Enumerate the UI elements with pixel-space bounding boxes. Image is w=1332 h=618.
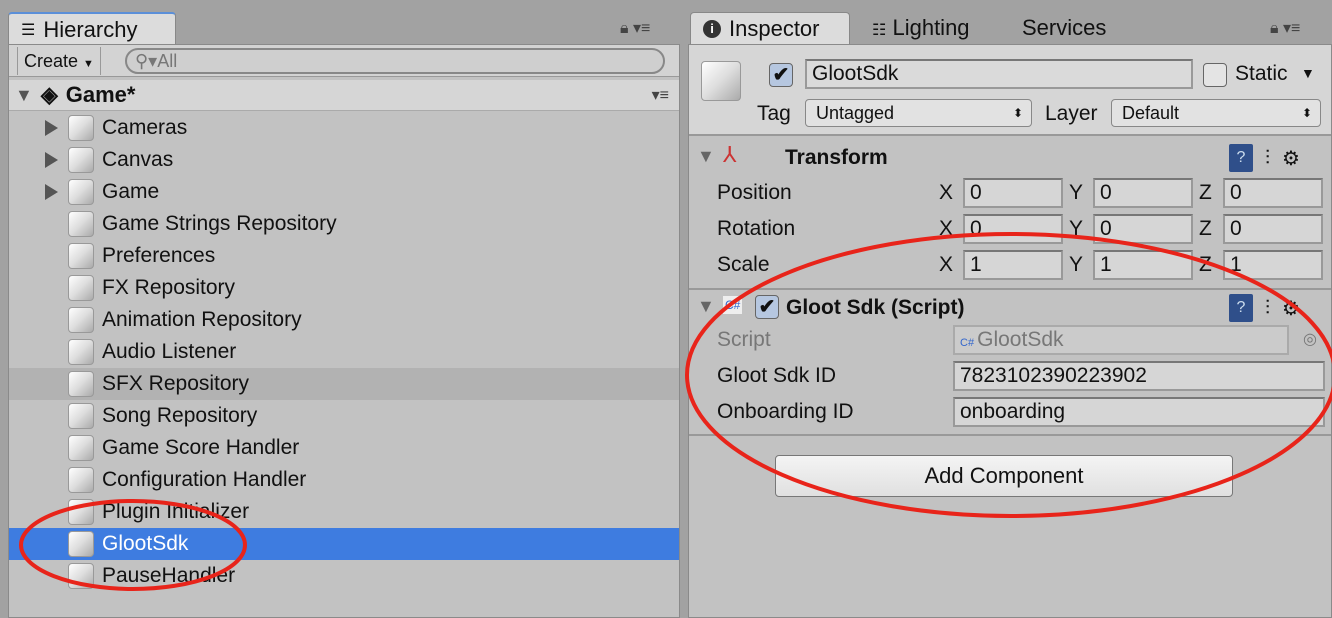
annotation-circle-inspector [685, 232, 1332, 518]
annotation-circle-hierarchy [19, 499, 247, 591]
annotation-overlay [19, 232, 1332, 591]
